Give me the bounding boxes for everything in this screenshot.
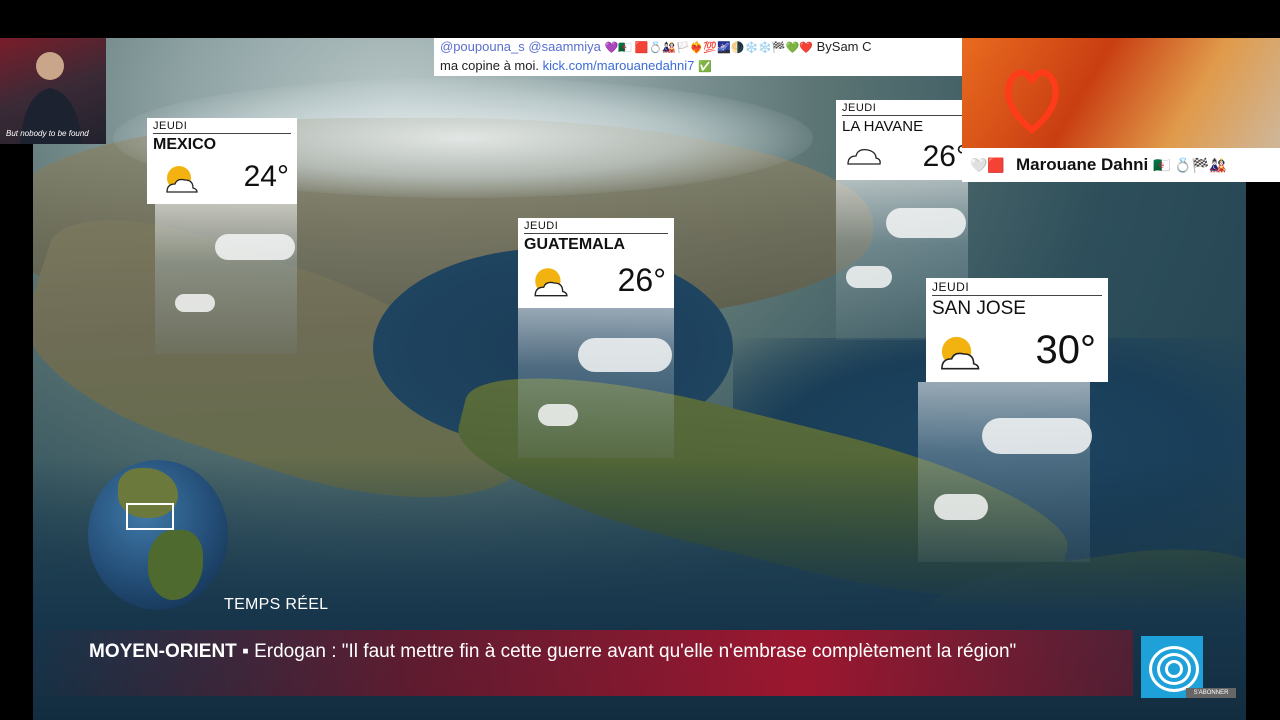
webcam-thumbnail-left: But nobody to be found [0, 38, 106, 144]
weather-day: JEUDI [153, 120, 291, 134]
weather-card-mexico: JEUDI MEXICO 24° [147, 118, 297, 354]
sun-behind-cloud-icon [166, 166, 198, 193]
news-ticker: MOYEN-ORIENT ▪ Erdogan : "Il faut mettre… [33, 630, 1133, 696]
globe-focus-box [126, 503, 174, 530]
ticker-separator: ▪ [242, 641, 249, 662]
webcam-caption: But nobody to be found [6, 129, 89, 138]
tweet-text: ma copine à moi. [440, 58, 539, 73]
tweet-line-1: @poupouna_s @saammiya 💜🇩🇿 🟥💍🎎🏳️❤️‍🔥💯🌌🌗❄️… [440, 38, 956, 57]
tweet-bar: @poupouna_s @saammiya 💜🇩🇿 🟥💍🎎🏳️❤️‍🔥💯🌌🌗❄️… [434, 38, 962, 76]
heart-icon [1005, 69, 1059, 134]
sun-behind-cloud-icon [534, 268, 568, 297]
weather-beam [155, 204, 297, 354]
tweet-handle-2[interactable]: @saammiya [528, 39, 600, 54]
weather-beam [518, 308, 674, 458]
weather-card-guatemala: JEUDI GUATEMALA 26° [518, 218, 674, 458]
cloud-icon [847, 148, 881, 165]
streamer-name-bar: 🤍🟥 Marouane Dahni 🇩🇿 💍🏁🎎 [962, 148, 1280, 182]
globe-inset [88, 460, 228, 610]
weather-temp: 26° [617, 262, 666, 298]
weather-city: SAN JOSE [932, 298, 1026, 319]
ticker-headline: Erdogan : "Il faut mettre fin à cette gu… [254, 641, 1017, 662]
ticker-text: MOYEN-ORIENT ▪ Erdogan : "Il faut mettre… [89, 640, 1069, 664]
tweet-handle-1[interactable]: @poupouna_s [440, 39, 525, 54]
tweet-emojis: 💜🇩🇿 🟥💍🎎🏳️❤️‍🔥💯🌌🌗❄️❄️🏁💚❤️ [604, 42, 813, 54]
tweet-by: BySam C [816, 39, 872, 54]
tweet-link[interactable]: kick.com/marouanedahni7 [543, 58, 695, 73]
weather-temp: 30° [1035, 328, 1097, 372]
ticker-tag: MOYEN-ORIENT [89, 641, 237, 662]
weather-city: GUATEMALA [524, 236, 626, 253]
name-prefix-emoji: 🤍🟥 [970, 157, 1005, 173]
name-suffix-emoji: 🇩🇿 💍🏁🎎 [1152, 157, 1227, 173]
verified-icon: ✅ [698, 61, 712, 73]
subscribe-button[interactable]: S'ABONNER [1186, 688, 1236, 698]
weather-temp: 24° [243, 160, 289, 193]
sun-behind-cloud-icon [941, 336, 980, 370]
weather-day: JEUDI [932, 280, 1102, 296]
weather-card-san-jose: JEUDI SAN JOSE 30° [918, 278, 1108, 562]
weather-day: JEUDI [524, 220, 668, 234]
realtime-label: TEMPS RÉEL [224, 596, 329, 613]
globe-south-america [148, 530, 203, 600]
weather-city: LA HAVANE [842, 118, 924, 135]
streamer-name: Marouane Dahni [1016, 155, 1149, 174]
weather-city: MEXICO [153, 136, 217, 153]
weather-beam [918, 382, 1092, 562]
weather-day: JEUDI [842, 102, 962, 116]
webcam-thumbnail-right [962, 38, 1280, 148]
tweet-line-2: ma copine à moi. kick.com/marouanedahni7… [440, 57, 956, 76]
